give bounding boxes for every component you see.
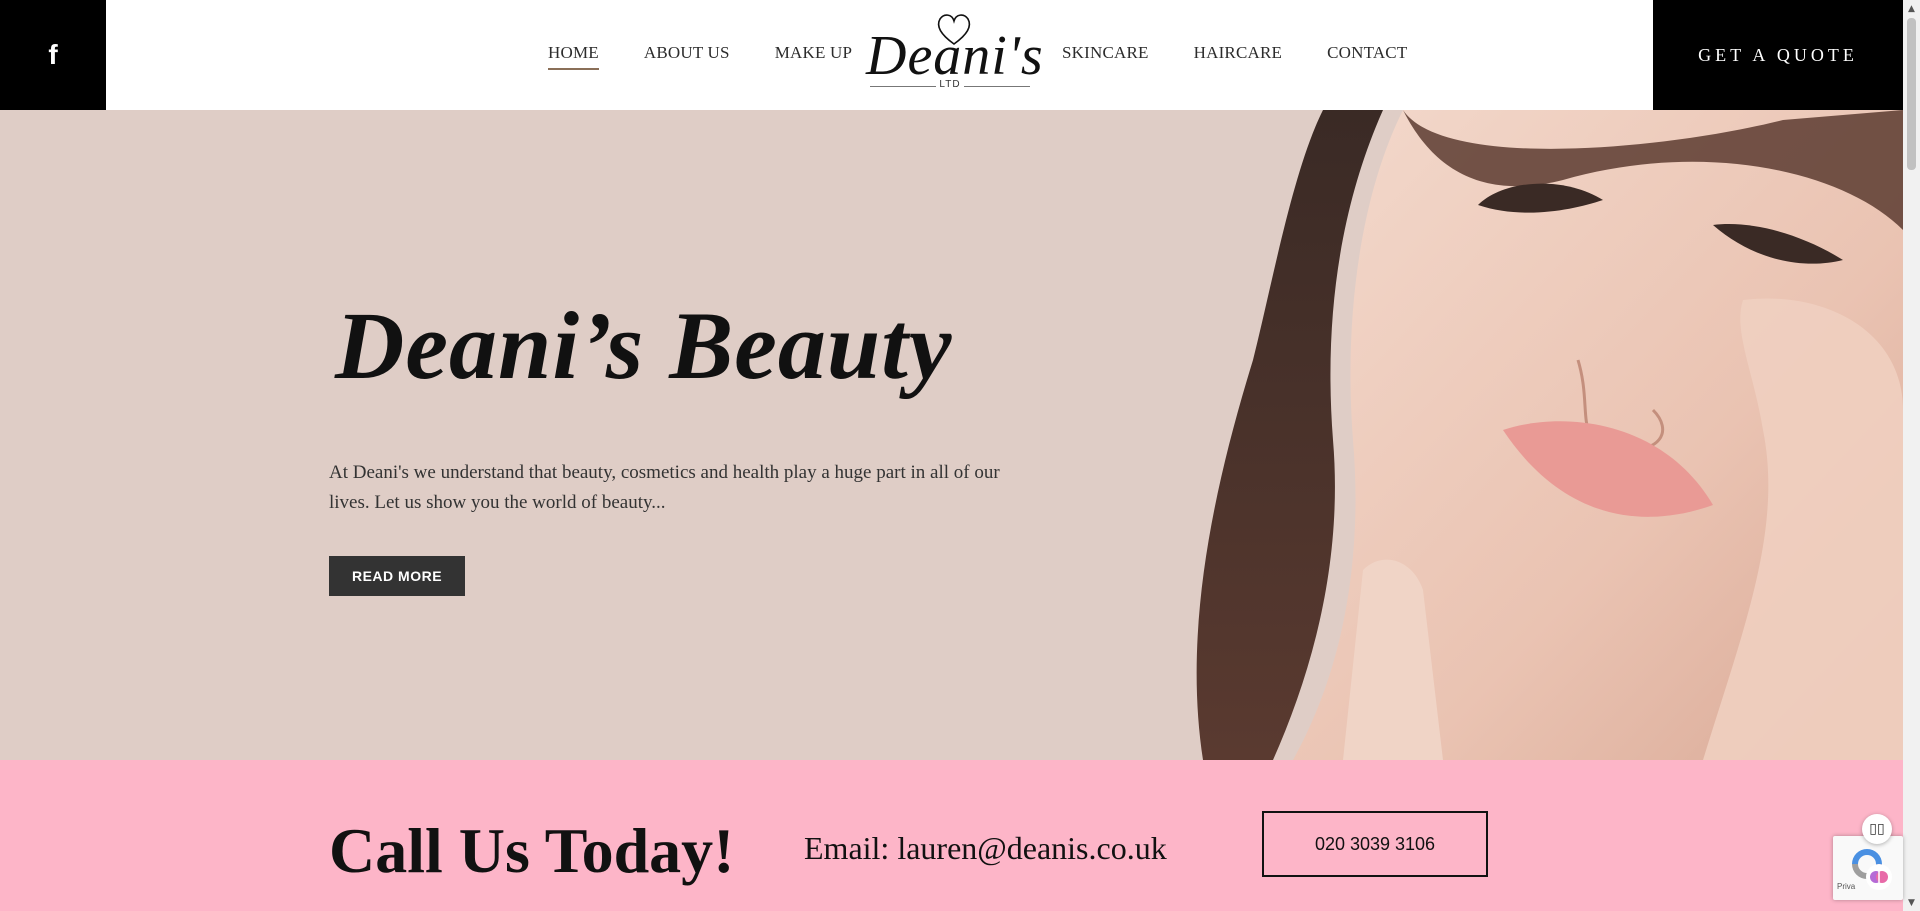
reader-mode-button[interactable]: ▯▯ — [1862, 814, 1892, 844]
call-us-section: Call Us Today! Email: lauren@deanis.co.u… — [0, 760, 1903, 911]
hero-title: Deani’s Beauty — [335, 292, 953, 399]
hero-model-image — [1196, 110, 1903, 760]
nav-skincare[interactable]: SKINCARE — [1062, 43, 1149, 67]
nav-home[interactable]: HOME — [548, 43, 599, 70]
site-header: f HOME ABOUT US MAKE UP Deani's LTD SKIN… — [0, 0, 1903, 110]
page-scrollbar[interactable]: ▲ ▼ — [1903, 0, 1920, 911]
recaptcha-privacy-text[interactable]: Priva — [1837, 882, 1855, 891]
facebook-icon: f — [48, 39, 58, 70]
brain-extension-icon[interactable] — [1866, 864, 1892, 890]
scrollbar-thumb[interactable] — [1907, 18, 1916, 170]
call-us-heading: Call Us Today! — [329, 815, 735, 886]
contact-email[interactable]: Email: lauren@deanis.co.uk — [804, 830, 1167, 867]
phone-number-button[interactable]: 020 3039 3106 — [1262, 811, 1488, 877]
book-icon: ▯▯ — [1869, 821, 1885, 837]
hero-description: At Deani's we understand that beauty, co… — [329, 462, 1000, 513]
logo-name: Deani's — [866, 25, 1044, 87]
nav-haircare[interactable]: HAIRCARE — [1194, 43, 1283, 67]
get-a-quote-button[interactable]: GET A QUOTE — [1653, 0, 1903, 110]
nav-make-up[interactable]: MAKE UP — [775, 43, 852, 67]
nav-contact[interactable]: CONTACT — [1327, 43, 1407, 67]
facebook-link[interactable]: f — [0, 0, 106, 110]
logo-suffix: LTD — [939, 79, 961, 90]
nav-about-us[interactable]: ABOUT US — [644, 43, 730, 67]
site-logo[interactable]: Deani's LTD — [866, 10, 1044, 92]
main-nav-right: SKINCARE HAIRCARE CONTACT — [1062, 0, 1407, 110]
hero-section: Deani’s Beauty At Deani's we understand … — [0, 110, 1903, 760]
scroll-down-arrow-icon[interactable]: ▼ — [1903, 894, 1920, 911]
scroll-up-arrow-icon[interactable]: ▲ — [1903, 0, 1920, 17]
read-more-button[interactable]: READ MORE — [329, 556, 465, 596]
main-nav-left: HOME ABOUT US MAKE UP — [548, 0, 852, 110]
